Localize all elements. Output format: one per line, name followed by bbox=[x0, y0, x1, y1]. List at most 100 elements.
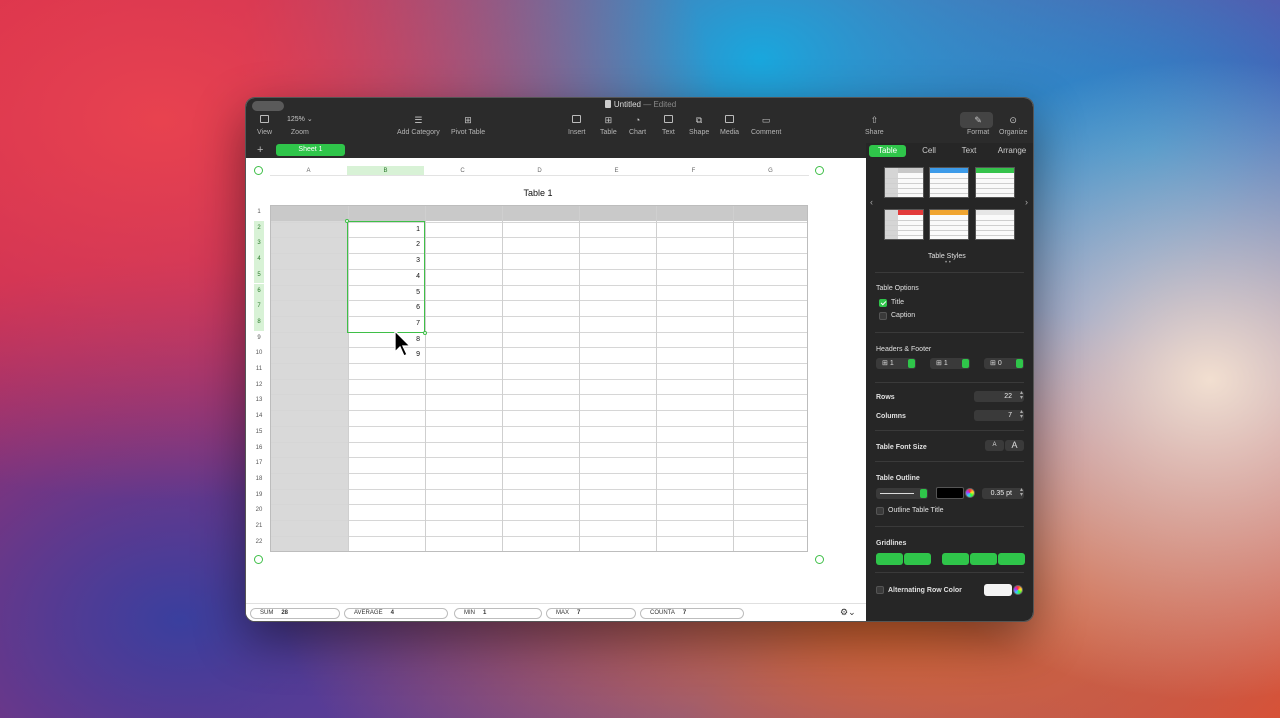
insert-button[interactable]: Insert bbox=[568, 115, 586, 136]
format-button[interactable]: ✎ Format bbox=[960, 112, 993, 136]
sheet-tab-1[interactable]: Sheet 1 bbox=[276, 144, 345, 156]
table-title[interactable]: Table 1 bbox=[246, 188, 830, 198]
table-style-swatch[interactable] bbox=[975, 167, 1015, 198]
table-style-swatch[interactable] bbox=[884, 209, 924, 240]
row-header-7[interactable]: 7 bbox=[254, 299, 264, 315]
stat-average[interactable]: AVERAGE 4 bbox=[344, 608, 448, 619]
row-header-9[interactable]: 9 bbox=[254, 331, 264, 347]
table-grid[interactable]: 123456789 bbox=[270, 205, 808, 552]
chart-button[interactable]: ◔ Chart bbox=[629, 115, 646, 136]
comment-button[interactable]: ▭ Comment bbox=[751, 115, 781, 136]
column-header-d[interactable]: D bbox=[501, 166, 578, 176]
column-add-handle[interactable] bbox=[815, 166, 824, 175]
organize-button[interactable]: ⊙ Organize bbox=[999, 115, 1027, 136]
row-header-21[interactable]: 21 bbox=[254, 519, 264, 535]
row-add-handle[interactable] bbox=[254, 555, 263, 564]
tab-cell[interactable]: Cell bbox=[912, 145, 946, 157]
footer-gridlines-button[interactable] bbox=[998, 553, 1025, 565]
title-checkbox[interactable] bbox=[879, 299, 887, 307]
column-header-b[interactable]: B bbox=[347, 166, 424, 176]
table-style-swatch[interactable] bbox=[975, 209, 1015, 240]
vertical-gridlines-button[interactable] bbox=[904, 553, 931, 565]
row-header-20[interactable]: 20 bbox=[254, 503, 264, 519]
columns-stepper[interactable]: 7 ▴ ▾ bbox=[974, 409, 1024, 421]
tab-text[interactable]: Text bbox=[952, 145, 986, 157]
tab-table[interactable]: Table bbox=[869, 145, 906, 157]
row-header-22[interactable]: 22 bbox=[254, 535, 264, 551]
column-header-g[interactable]: G bbox=[732, 166, 809, 176]
selection-handle-top[interactable] bbox=[345, 219, 349, 223]
share-button[interactable]: ⇧ Share bbox=[865, 115, 884, 136]
table-style-swatch[interactable] bbox=[929, 167, 969, 198]
color-wheel-icon[interactable] bbox=[965, 488, 975, 498]
outline-style-select[interactable] bbox=[876, 488, 928, 499]
horizontal-gridlines-button[interactable] bbox=[876, 553, 903, 565]
table-button[interactable]: ⊞ Table bbox=[600, 115, 617, 136]
column-header-e[interactable]: E bbox=[578, 166, 655, 176]
row-header-6[interactable]: 6 bbox=[254, 283, 264, 300]
footer-rows-stepper[interactable] bbox=[1016, 359, 1023, 368]
chevron-left-icon[interactable]: ‹ bbox=[870, 197, 873, 207]
alternating-color-well[interactable] bbox=[984, 584, 1012, 596]
increase-font-button[interactable]: A bbox=[1005, 440, 1024, 451]
outline-width-stepper[interactable]: 0.35 pt ▴ ▾ bbox=[982, 487, 1024, 499]
pivot-table-button[interactable]: ⊞ Pivot Table bbox=[451, 115, 485, 136]
row-header-19[interactable]: 19 bbox=[254, 488, 264, 504]
row-header-2[interactable]: 2 bbox=[254, 220, 264, 237]
row-header-17[interactable]: 17 bbox=[254, 456, 264, 472]
outline-style-stepper[interactable] bbox=[920, 489, 927, 498]
stepper-arrows-icon[interactable]: ▴ ▾ bbox=[1020, 487, 1023, 498]
outline-color-well[interactable] bbox=[936, 487, 964, 499]
row-header-1[interactable]: 1 bbox=[254, 205, 264, 221]
shape-button[interactable]: ⧉ Shape bbox=[689, 115, 709, 136]
row-header-5[interactable]: 5 bbox=[254, 267, 264, 284]
stat-min[interactable]: MIN 1 bbox=[454, 608, 542, 619]
row-header-10[interactable]: 10 bbox=[254, 346, 264, 362]
row-header-13[interactable]: 13 bbox=[254, 393, 264, 409]
header-columns-control[interactable]: ⊞ 1 bbox=[930, 358, 970, 369]
header-columns-stepper[interactable] bbox=[962, 359, 969, 368]
row-header-8[interactable]: 8 bbox=[254, 314, 264, 331]
stat-max[interactable]: MAX 7 bbox=[546, 608, 636, 619]
outline-title-checkbox[interactable] bbox=[876, 507, 884, 515]
zoom-button[interactable]: 125% ⌄ Zoom bbox=[287, 115, 313, 136]
alternating-row-checkbox[interactable] bbox=[876, 586, 884, 594]
add-category-button[interactable]: ☰ Add Category bbox=[397, 115, 440, 136]
table-style-swatch[interactable] bbox=[929, 209, 969, 240]
row-header-15[interactable]: 15 bbox=[254, 425, 264, 441]
decrease-font-button[interactable]: A bbox=[985, 440, 1004, 451]
header-column-gridlines-button[interactable] bbox=[942, 553, 969, 565]
table-style-swatch[interactable] bbox=[884, 167, 924, 198]
table-select-handle[interactable] bbox=[254, 166, 263, 175]
row-header-18[interactable]: 18 bbox=[254, 472, 264, 488]
gear-icon[interactable]: ⚙⌄ bbox=[840, 607, 856, 618]
header-rows-control[interactable]: ⊞ 1 bbox=[876, 358, 916, 369]
row-header-4[interactable]: 4 bbox=[254, 252, 264, 268]
stat-sum[interactable]: SUM 28 bbox=[250, 608, 340, 619]
rows-stepper[interactable]: 22 ▴ ▾ bbox=[974, 390, 1024, 402]
caption-checkbox[interactable] bbox=[879, 312, 887, 320]
tab-arrange[interactable]: Arrange bbox=[991, 145, 1033, 157]
resize-handle[interactable] bbox=[815, 555, 824, 564]
header-rows-stepper[interactable] bbox=[908, 359, 915, 368]
row-header-16[interactable]: 16 bbox=[254, 441, 264, 457]
row-header-11[interactable]: 11 bbox=[254, 362, 264, 378]
selection-handle-bottom[interactable] bbox=[423, 331, 427, 335]
footer-rows-control[interactable]: ⊞ 0 bbox=[984, 358, 1024, 369]
color-wheel-icon[interactable] bbox=[1013, 585, 1023, 595]
text-button[interactable]: Text bbox=[662, 115, 675, 136]
column-header-a[interactable]: A bbox=[270, 166, 347, 176]
stepper-arrows-icon[interactable]: ▴ ▾ bbox=[1020, 390, 1023, 401]
stepper-arrows-icon[interactable]: ▴ ▾ bbox=[1020, 409, 1023, 420]
column-header-c[interactable]: C bbox=[424, 166, 501, 176]
column-header-f[interactable]: F bbox=[655, 166, 732, 176]
sheet-canvas[interactable]: A B C D E F G Table 1 1 2 3 4 5 6 7 8 9 10 11 12 13 1… bbox=[246, 158, 866, 621]
chevron-right-icon[interactable]: › bbox=[1025, 197, 1028, 207]
view-button[interactable]: View bbox=[257, 115, 272, 136]
page-dots[interactable]: • • bbox=[945, 260, 951, 266]
add-sheet-button[interactable]: + bbox=[257, 143, 263, 157]
row-header-12[interactable]: 12 bbox=[254, 378, 264, 394]
row-header-3[interactable]: 3 bbox=[254, 236, 264, 253]
media-button[interactable]: Media bbox=[720, 115, 739, 136]
row-header-14[interactable]: 14 bbox=[254, 409, 264, 425]
